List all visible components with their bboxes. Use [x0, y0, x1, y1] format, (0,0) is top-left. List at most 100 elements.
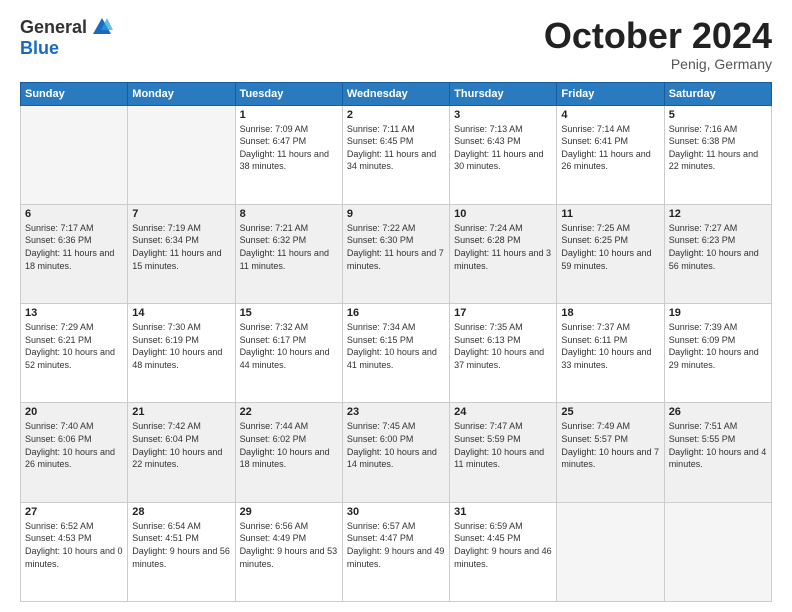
logo-general-text: General [20, 17, 87, 38]
calendar-day: 2 Sunrise: 7:11 AM Sunset: 6:45 PM Daylig… [342, 105, 449, 204]
calendar-day: 29Sunrise: 6:56 AM Sunset: 4:49 PM Dayli… [235, 502, 342, 601]
day-info: Sunrise: 7:11 AM Sunset: 6:45 PM Dayligh… [347, 123, 445, 173]
calendar-day: 12Sunrise: 7:27 AM Sunset: 6:23 PM Dayli… [664, 204, 771, 303]
calendar-day: 24 Sunrise: 7:47 AM Sunset: 5:59 PM Dayli… [450, 403, 557, 502]
day-number: 21 [132, 406, 230, 418]
calendar-day: 7Sunrise: 7:19 AM Sunset: 6:34 PM Daylig… [128, 204, 235, 303]
calendar-week-row: 27 Sunrise: 6:52 AM Sunset: 4:53 PM Dayli… [21, 502, 772, 601]
calendar-week-row: 20Sunrise: 7:40 AM Sunset: 6:06 PM Dayli… [21, 403, 772, 502]
calendar-day [557, 502, 664, 601]
day-number: 9 [347, 208, 445, 220]
day-info: Sunrise: 7:14 AM Sunset: 6:41 PM Dayligh… [561, 123, 659, 173]
day-info: Sunrise: 7:25 AM Sunset: 6:25 PM Dayligh… [561, 222, 659, 272]
day-number: 1 [240, 109, 338, 121]
day-info: Sunrise: 7:27 AM Sunset: 6:23 PM Dayligh… [669, 222, 767, 272]
day-info: Sunrise: 7:45 AM Sunset: 6:00 PM Dayligh… [347, 420, 445, 470]
day-info: Sunrise: 7:44 AM Sunset: 6:02 PM Dayligh… [240, 420, 338, 470]
day-info: Sunrise: 7:35 AM Sunset: 6:13 PM Dayligh… [454, 321, 552, 371]
day-number: 14 [132, 307, 230, 319]
day-info: Sunrise: 7:09 AM Sunset: 6:47 PM Dayligh… [240, 123, 338, 173]
day-number: 27 [25, 506, 123, 518]
day-number: 26 [669, 406, 767, 418]
day-number: 15 [240, 307, 338, 319]
calendar-day: 16 Sunrise: 7:34 AM Sunset: 6:15 PM Dayli… [342, 304, 449, 403]
calendar-day: 4 Sunrise: 7:14 AM Sunset: 6:41 PM Daylig… [557, 105, 664, 204]
calendar-day: 27 Sunrise: 6:52 AM Sunset: 4:53 PM Dayli… [21, 502, 128, 601]
day-info: Sunrise: 7:16 AM Sunset: 6:38 PM Dayligh… [669, 123, 767, 173]
calendar-table: SundayMondayTuesdayWednesdayThursdayFrid… [20, 82, 772, 602]
day-number: 13 [25, 307, 123, 319]
calendar-day: 25 Sunrise: 7:49 AM Sunset: 5:57 PM Dayli… [557, 403, 664, 502]
day-info: Sunrise: 6:52 AM Sunset: 4:53 PM Dayligh… [25, 520, 123, 570]
day-number: 23 [347, 406, 445, 418]
day-info: Sunrise: 7:30 AM Sunset: 6:19 PM Dayligh… [132, 321, 230, 371]
day-number: 6 [25, 208, 123, 220]
calendar-day: 5 Sunrise: 7:16 AM Sunset: 6:38 PM Daylig… [664, 105, 771, 204]
calendar-day: 15 Sunrise: 7:32 AM Sunset: 6:17 PM Dayli… [235, 304, 342, 403]
day-info: Sunrise: 7:37 AM Sunset: 6:11 PM Dayligh… [561, 321, 659, 371]
calendar-day: 30 Sunrise: 6:57 AM Sunset: 4:47 PM Dayli… [342, 502, 449, 601]
day-number: 19 [669, 307, 767, 319]
day-number: 5 [669, 109, 767, 121]
day-info: Sunrise: 7:24 AM Sunset: 6:28 PM Dayligh… [454, 222, 552, 272]
calendar-day: 22 Sunrise: 7:44 AM Sunset: 6:02 PM Dayli… [235, 403, 342, 502]
day-info: Sunrise: 7:47 AM Sunset: 5:59 PM Dayligh… [454, 420, 552, 470]
logo-icon [91, 16, 113, 38]
calendar-day: 31 Sunrise: 6:59 AM Sunset: 4:45 PM Dayli… [450, 502, 557, 601]
logo: General Blue [20, 16, 113, 59]
day-of-week-monday: Monday [128, 82, 235, 105]
header: General Blue October 2024 Penig, Germany [20, 16, 772, 72]
calendar-day: 3 Sunrise: 7:13 AM Sunset: 6:43 PM Daylig… [450, 105, 557, 204]
calendar-day: 28 Sunrise: 6:54 AM Sunset: 4:51 PM Dayli… [128, 502, 235, 601]
day-of-week-friday: Friday [557, 82, 664, 105]
day-number: 8 [240, 208, 338, 220]
day-info: Sunrise: 6:59 AM Sunset: 4:45 PM Dayligh… [454, 520, 552, 570]
day-info: Sunrise: 7:29 AM Sunset: 6:21 PM Dayligh… [25, 321, 123, 371]
calendar-day [21, 105, 128, 204]
calendar-day: 23 Sunrise: 7:45 AM Sunset: 6:00 PM Dayli… [342, 403, 449, 502]
day-of-week-tuesday: Tuesday [235, 82, 342, 105]
day-info: Sunrise: 7:49 AM Sunset: 5:57 PM Dayligh… [561, 420, 659, 470]
calendar-day: 19Sunrise: 7:39 AM Sunset: 6:09 PM Dayli… [664, 304, 771, 403]
day-number: 20 [25, 406, 123, 418]
calendar-day [128, 105, 235, 204]
location: Penig, Germany [544, 56, 772, 72]
day-number: 31 [454, 506, 552, 518]
day-number: 25 [561, 406, 659, 418]
day-number: 28 [132, 506, 230, 518]
calendar-day: 18 Sunrise: 7:37 AM Sunset: 6:11 PM Dayli… [557, 304, 664, 403]
day-of-week-sunday: Sunday [21, 82, 128, 105]
day-number: 7 [132, 208, 230, 220]
day-number: 22 [240, 406, 338, 418]
calendar-day: 9 Sunrise: 7:22 AM Sunset: 6:30 PM Daylig… [342, 204, 449, 303]
day-of-week-wednesday: Wednesday [342, 82, 449, 105]
day-info: Sunrise: 7:22 AM Sunset: 6:30 PM Dayligh… [347, 222, 445, 272]
title-block: October 2024 Penig, Germany [544, 16, 772, 72]
day-number: 4 [561, 109, 659, 121]
day-number: 3 [454, 109, 552, 121]
calendar-day: 6Sunrise: 7:17 AM Sunset: 6:36 PM Daylig… [21, 204, 128, 303]
calendar-day: 11 Sunrise: 7:25 AM Sunset: 6:25 PM Dayli… [557, 204, 664, 303]
day-of-week-saturday: Saturday [664, 82, 771, 105]
day-info: Sunrise: 6:56 AM Sunset: 4:49 PM Dayligh… [240, 520, 338, 570]
logo-blue-text: Blue [20, 38, 59, 59]
calendar-day: 26 Sunrise: 7:51 AM Sunset: 5:55 PM Dayli… [664, 403, 771, 502]
day-number: 2 [347, 109, 445, 121]
calendar-day: 14 Sunrise: 7:30 AM Sunset: 6:19 PM Dayli… [128, 304, 235, 403]
day-info: Sunrise: 7:42 AM Sunset: 6:04 PM Dayligh… [132, 420, 230, 470]
day-number: 18 [561, 307, 659, 319]
day-number: 11 [561, 208, 659, 220]
day-number: 24 [454, 406, 552, 418]
day-number: 30 [347, 506, 445, 518]
day-number: 10 [454, 208, 552, 220]
day-info: Sunrise: 6:54 AM Sunset: 4:51 PM Dayligh… [132, 520, 230, 570]
calendar-day: 21 Sunrise: 7:42 AM Sunset: 6:04 PM Dayli… [128, 403, 235, 502]
day-info: Sunrise: 7:13 AM Sunset: 6:43 PM Dayligh… [454, 123, 552, 173]
calendar-day: 13 Sunrise: 7:29 AM Sunset: 6:21 PM Dayli… [21, 304, 128, 403]
day-info: Sunrise: 7:34 AM Sunset: 6:15 PM Dayligh… [347, 321, 445, 371]
day-info: Sunrise: 6:57 AM Sunset: 4:47 PM Dayligh… [347, 520, 445, 570]
calendar-day: 17Sunrise: 7:35 AM Sunset: 6:13 PM Dayli… [450, 304, 557, 403]
day-number: 16 [347, 307, 445, 319]
day-info: Sunrise: 7:51 AM Sunset: 5:55 PM Dayligh… [669, 420, 767, 470]
day-info: Sunrise: 7:32 AM Sunset: 6:17 PM Dayligh… [240, 321, 338, 371]
